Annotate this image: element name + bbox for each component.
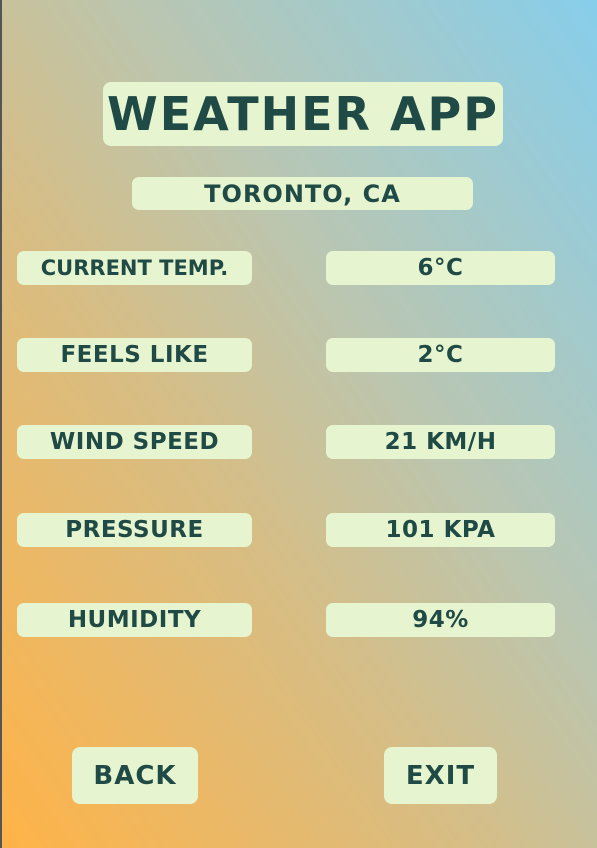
- weather-app-window: Weather App Toronto, CA Current Temp. 6°…: [0, 0, 597, 848]
- back-button[interactable]: Back: [72, 747, 198, 804]
- current-temp-label: Current Temp.: [17, 251, 252, 285]
- location-label: Toronto, CA: [132, 177, 473, 210]
- app-title: Weather App: [103, 82, 503, 146]
- feels-like-label: Feels Like: [17, 338, 252, 372]
- humidity-label: Humidity: [17, 603, 252, 637]
- wind-speed-label: Wind Speed: [17, 425, 252, 459]
- current-temp-value: 6°C: [326, 251, 555, 285]
- humidity-value: 94%: [326, 603, 555, 637]
- feels-like-value: 2°C: [326, 338, 555, 372]
- exit-button[interactable]: Exit: [384, 747, 497, 804]
- wind-speed-value: 21 km/h: [326, 425, 555, 459]
- pressure-value: 101 kPa: [326, 513, 555, 547]
- pressure-label: Pressure: [17, 513, 252, 547]
